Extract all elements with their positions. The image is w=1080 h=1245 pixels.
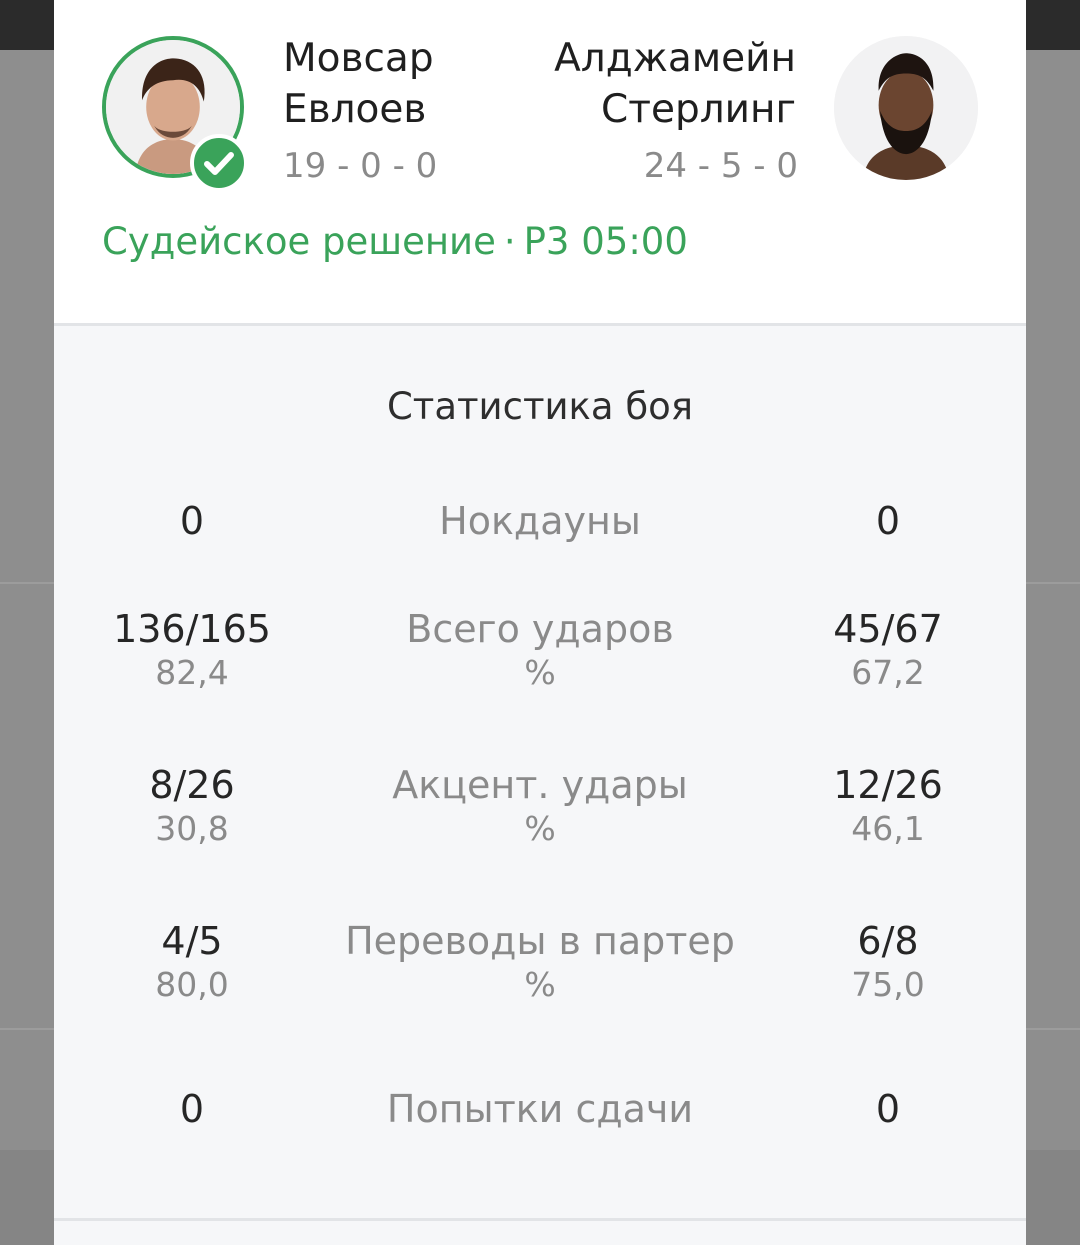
stat-left-value: 4/5: [161, 919, 223, 963]
stat-right: 45/67 67,2: [788, 605, 988, 693]
stat-left: 8/26 30,8: [92, 761, 292, 849]
stat-right-value: 45/67: [833, 607, 943, 651]
stat-label-group: Всего ударов %: [290, 605, 790, 693]
stat-left: 4/5 80,0: [92, 917, 292, 1005]
stat-label: Нокдауны: [439, 499, 641, 543]
stat-right-value: 0: [875, 1087, 901, 1131]
stat-percent-label: %: [524, 809, 556, 848]
left-fighter-name[interactable]: Мовсар Евлоев: [283, 33, 434, 135]
left-fighter-record: 19 - 0 - 0: [283, 146, 438, 186]
stat-left-value: 0: [179, 1087, 205, 1131]
left-fighter-first-name: Мовсар: [283, 36, 434, 81]
stat-left-percent: 30,8: [155, 809, 229, 848]
stat-label: Всего ударов: [406, 607, 674, 651]
stat-right: 6/8 75,0: [788, 917, 988, 1005]
stat-label-group: Акцент. удары %: [290, 761, 790, 849]
right-fighter-avatar[interactable]: [834, 36, 978, 180]
fighter-photo-icon: [834, 36, 978, 180]
stat-left-percent: 82,4: [155, 653, 229, 692]
right-fighter-name[interactable]: Алджамейн Стерлинг: [524, 33, 796, 135]
stat-left-percent: 80,0: [155, 965, 229, 1004]
stat-right-percent: 75,0: [851, 965, 925, 1004]
stat-label-group: Переводы в партер %: [290, 917, 790, 1005]
stat-left: 136/165 82,4: [92, 605, 292, 693]
stat-left-value: 0: [179, 499, 205, 543]
winner-checkmark-icon: [190, 134, 248, 192]
fight-details-card: Мовсар Евлоев 19 - 0 - 0 Алджамейн Стерл…: [54, 0, 1026, 1245]
stat-right-value: 6/8: [857, 919, 919, 963]
result-time: Р3 05:00: [523, 220, 688, 263]
stat-label: Акцент. удары: [392, 763, 688, 807]
stat-left-value: 136/165: [113, 607, 271, 651]
result-separator: ·: [503, 220, 516, 263]
stat-right-value: 12/26: [833, 763, 943, 807]
right-fighter-last-name: Стерлинг: [601, 87, 796, 132]
stat-left-value: 8/26: [149, 763, 235, 807]
stats-title: Статистика боя: [386, 385, 694, 428]
left-fighter-last-name: Евлоев: [283, 87, 427, 132]
right-fighter-first-name: Алджамейн: [554, 36, 796, 81]
fight-header: Мовсар Евлоев 19 - 0 - 0 Алджамейн Стерл…: [54, 0, 1026, 323]
stat-label: Попытки сдачи: [386, 1087, 694, 1131]
stat-label: Переводы в партер: [345, 919, 735, 963]
right-fighter-record: 24 - 5 - 0: [643, 146, 798, 186]
stat-percent-label: %: [524, 965, 556, 1004]
stat-right-value: 0: [875, 499, 901, 543]
stat-right-percent: 67,2: [851, 653, 925, 692]
stat-percent-label: %: [524, 653, 556, 692]
result-method: Судейское решение: [102, 220, 496, 263]
stat-right-percent: 46,1: [851, 809, 925, 848]
footer-divider: [54, 1218, 1026, 1221]
fight-result: Судейское решение · Р3 05:00: [102, 218, 688, 266]
stat-right: 12/26 46,1: [788, 761, 988, 849]
